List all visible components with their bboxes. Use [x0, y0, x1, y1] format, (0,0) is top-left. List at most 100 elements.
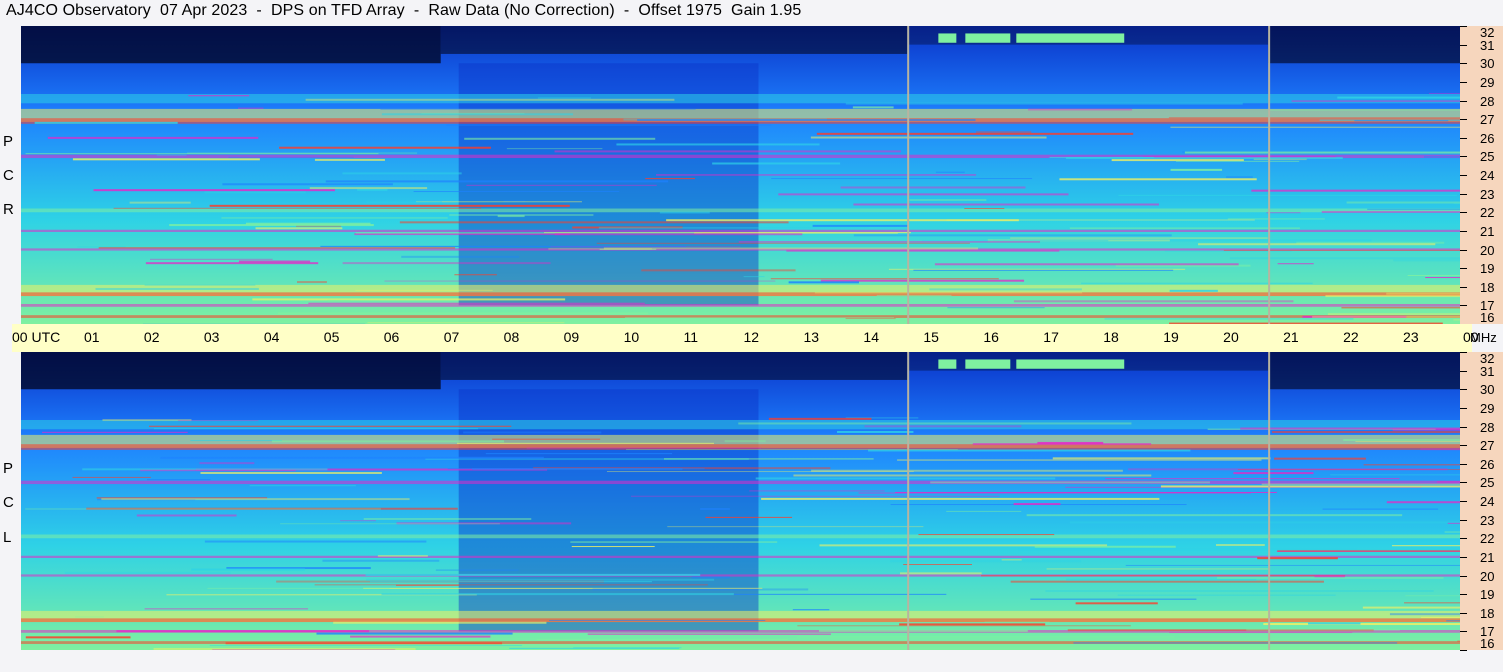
signal-streak: [1391, 545, 1460, 547]
high-frequency-emission: [1016, 359, 1125, 369]
signal-streak: [1013, 503, 1061, 506]
signal-streak: [1066, 578, 1257, 581]
utc-time-axis: 00 UTC 01 02 03 04 05 06 07 08 09 10 11 12 13 14 15 16 17…: [12, 324, 1479, 352]
night-absorption-band: [1268, 26, 1460, 64]
interference-band: [21, 292, 1460, 297]
signal-streak: [1081, 282, 1313, 284]
signal-streak: [749, 490, 885, 492]
signal-streak: [1436, 480, 1460, 483]
signal-streak: [435, 569, 519, 571]
signal-streak: [1453, 319, 1460, 321]
signal-streak: [280, 523, 500, 525]
signal-streak: [1277, 263, 1314, 265]
signal-streak: [277, 312, 649, 315]
signal-streak: [1420, 448, 1460, 451]
signal-streak: [1046, 568, 1270, 570]
signal-streak: [1030, 598, 1197, 600]
rcp-spectrogram: [21, 26, 1460, 324]
signal-streak: [1170, 168, 1223, 171]
interference-band: [21, 229, 1460, 232]
signal-streak: [342, 262, 551, 265]
frequency-tick-mark: [1460, 175, 1467, 176]
signal-streak: [222, 183, 393, 186]
signal-streak: [204, 191, 306, 194]
signal-streak: [464, 137, 656, 140]
signal-streak: [964, 208, 1005, 210]
signal-streak: [1240, 427, 1460, 430]
signal-streak: [793, 474, 1152, 477]
frequency-tick-mark: [1460, 370, 1467, 372]
frequency-tick-mark: [1460, 519, 1467, 521]
frequency-tick-mark: [1460, 352, 1467, 353]
signal-streak: [596, 242, 970, 244]
utc-tick-label: 15: [923, 329, 939, 345]
signal-streak: [314, 158, 385, 161]
signal-streak: [1363, 464, 1460, 466]
signal-streak: [93, 189, 335, 192]
signal-streak: [700, 507, 730, 510]
frequency-tick-label: 16: [1480, 636, 1495, 651]
signal-streak: [903, 564, 972, 566]
frequency-tick-mark: [1460, 305, 1467, 307]
signal-streak: [630, 495, 1000, 497]
signal-streak: [981, 575, 1346, 577]
night-absorption-band: [21, 352, 441, 390]
utc-tick-label: 12: [743, 329, 760, 345]
signal-streak: [1268, 109, 1460, 111]
signal-streak: [399, 221, 789, 224]
frequency-tick-mark: [1460, 650, 1467, 651]
utc-tick-label: 07: [443, 329, 460, 345]
signal-streak: [191, 568, 305, 571]
signal-streak: [466, 184, 657, 186]
signal-streak: [1117, 594, 1336, 596]
signal-streak: [47, 136, 259, 139]
signal-streak: [918, 534, 1055, 536]
signal-streak: [897, 459, 1262, 461]
frequency-tick-label: 31: [1480, 363, 1495, 379]
interference-band: [21, 303, 1460, 307]
rcp-label-c: C: [3, 167, 14, 184]
signal-streak: [603, 247, 979, 250]
frequency-tick-mark: [1460, 230, 1467, 232]
signal-streak: [116, 630, 370, 633]
frequency-tick-mark: [1460, 389, 1467, 391]
lcp-svg: [21, 352, 1460, 650]
signal-streak: [1425, 277, 1460, 279]
frequency-tick-label: 18: [1480, 279, 1495, 295]
signal-streak: [573, 647, 682, 649]
frequency-tick-label: 26: [1480, 456, 1495, 472]
signal-streak: [369, 581, 652, 583]
frequency-tick-label: 22: [1480, 205, 1495, 221]
signal-streak: [946, 510, 1022, 512]
frequency-tick-label: 21: [1480, 549, 1495, 565]
frequency-tick-mark: [1460, 212, 1467, 214]
signal-streak: [1229, 257, 1460, 260]
signal-streak: [972, 443, 1152, 446]
frequency-tick-mark: [1460, 407, 1467, 409]
signal-streak: [554, 233, 803, 236]
signal-streak: [1327, 313, 1460, 315]
signal-streak: [200, 471, 382, 474]
signal-streak: [733, 593, 947, 595]
signal-streak: [1175, 160, 1300, 162]
signal-streak: [1263, 623, 1460, 626]
signal-streak: [770, 278, 999, 280]
signal-streak: [837, 430, 914, 433]
signal-streak: [778, 193, 1069, 196]
signal-streak: [895, 491, 1277, 493]
signal-streak: [1271, 431, 1460, 434]
signal-streak: [864, 425, 1022, 428]
signal-streak: [771, 178, 1033, 180]
signal-streak: [322, 559, 440, 562]
signal-streak: [413, 191, 620, 193]
signal-streak: [624, 316, 895, 318]
signal-streak: [207, 587, 390, 589]
signal-streak: [377, 555, 428, 557]
signal-streak: [355, 289, 493, 291]
signal-streak: [271, 440, 505, 443]
signal-streak: [934, 263, 1239, 266]
signal-streak: [616, 143, 820, 146]
signal-streak: [238, 107, 264, 109]
signal-streak: [1277, 549, 1460, 552]
high-frequency-emission: [965, 33, 1011, 43]
